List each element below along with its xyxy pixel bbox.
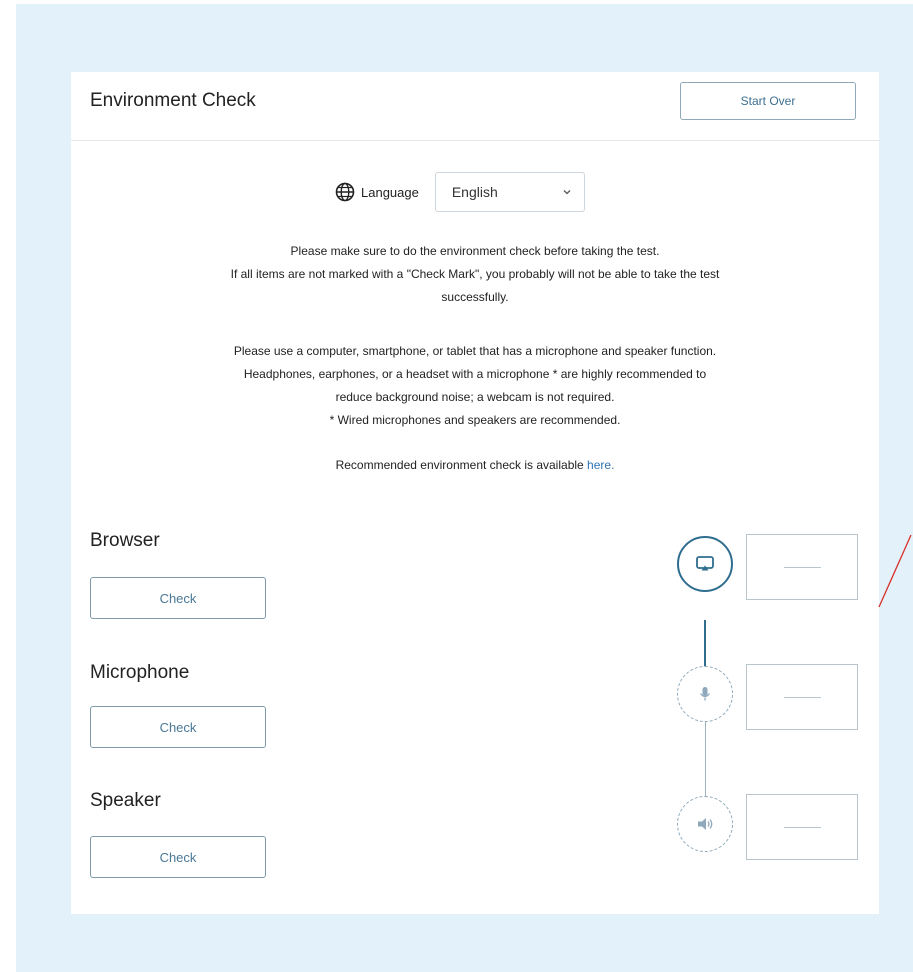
globe-icon	[335, 182, 355, 202]
panel-header: Environment Check Start Over	[71, 72, 879, 141]
microphone-check-button[interactable]: Check	[90, 706, 266, 748]
browser-status: —	[746, 534, 858, 600]
speaker-step	[677, 796, 733, 852]
page-title: Environment Check	[90, 90, 256, 111]
instruction-paragraph-3: Recommended environment check is availab…	[71, 454, 879, 477]
status-dash	[784, 697, 821, 698]
browser-label: Browser	[90, 530, 160, 551]
language-select[interactable]: English	[434, 172, 585, 212]
start-over-button[interactable]: Start Over	[680, 82, 856, 120]
recommended-check-link[interactable]: here.	[587, 458, 614, 472]
language-selected-value: English	[451, 184, 498, 200]
environment-check-panel: Environment Check Start Over Language En…	[71, 72, 879, 914]
instruction-line: Please make sure to do the environment c…	[290, 244, 660, 258]
instruction-paragraph-2: Please use a computer, smartphone, or ta…	[71, 340, 879, 432]
instruction-line: successfully.	[441, 290, 509, 304]
language-row: Language English	[335, 172, 585, 212]
speaker-status: —	[746, 794, 858, 860]
browser-step	[677, 536, 733, 592]
step-connector-pending	[705, 718, 706, 796]
language-label: Language	[361, 184, 419, 200]
instruction-line: Headphones, earphones, or a headset with…	[243, 367, 707, 381]
instruction-line: * Wired microphones and speakers are rec…	[329, 413, 621, 427]
chevron-down-icon	[563, 190, 571, 195]
microphone-icon	[699, 687, 711, 701]
annotation-line	[878, 534, 912, 608]
speaker-check-button[interactable]: Check	[90, 836, 266, 878]
speaker-label: Speaker	[90, 790, 161, 811]
microphone-status: —	[746, 664, 858, 730]
screen-icon	[696, 556, 714, 571]
status-dash	[784, 827, 821, 828]
speaker-icon	[698, 818, 713, 830]
status-dash	[784, 567, 821, 568]
instruction-line: If all items are not marked with a "Chec…	[230, 267, 720, 281]
recommended-check-text: Recommended environment check is availab…	[335, 458, 588, 472]
instruction-paragraph-1: Please make sure to do the environment c…	[71, 240, 879, 309]
browser-check-button[interactable]: Check	[90, 577, 266, 619]
instruction-line: reduce background noise; a webcam is not…	[335, 390, 615, 404]
microphone-step	[677, 666, 733, 722]
microphone-label: Microphone	[90, 662, 190, 683]
instruction-line: Please use a computer, smartphone, or ta…	[233, 344, 717, 358]
